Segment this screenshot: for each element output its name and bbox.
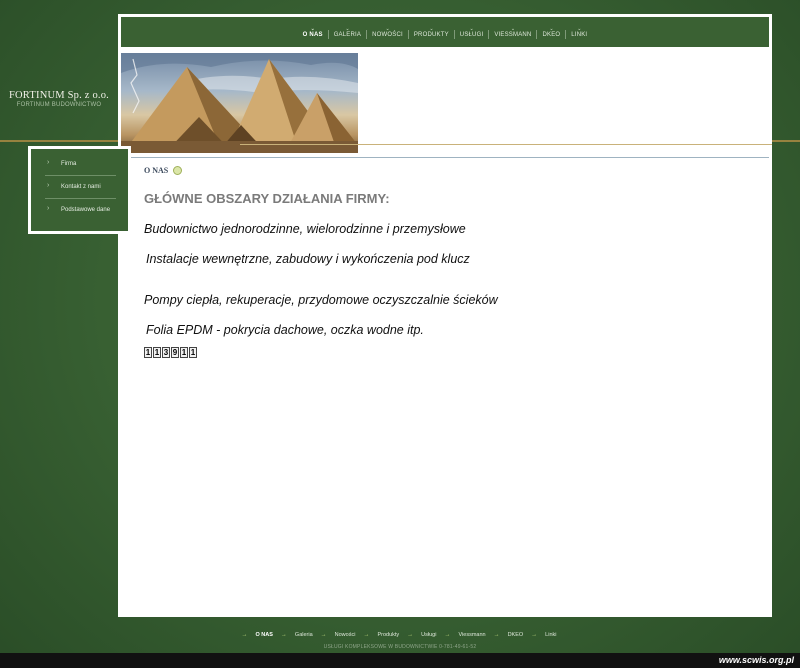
gold-decorative-line-inner: [240, 144, 772, 145]
service-line: Budownictwo jednorodzinne, wielorodzinne…: [144, 222, 466, 236]
sidebar-divider: [45, 175, 116, 176]
service-line: Folia EPDM - pokrycia dachowe, oczka wod…: [146, 323, 424, 337]
footer-tagline: USŁUGI KOMPLEKSOWE W BUDOWNICTWIE 0-781-…: [323, 644, 477, 650]
header-divider: [121, 157, 769, 158]
sidebar-divider: [45, 198, 116, 199]
chevron-down-icon: ⌄: [385, 25, 390, 32]
chevron-down-icon: ⌄: [510, 25, 516, 32]
nav-label: O NAS: [302, 31, 323, 38]
main-nav: ⌄ O NAS ⌄ GALERIA ⌄ NOWOŚCI ⌄ PRODUKTY ⌄ USŁU…: [121, 26, 769, 39]
footer-link-o-nas[interactable]: O NAS: [251, 632, 278, 638]
footer-link-uslugi[interactable]: Usługi: [416, 632, 441, 638]
footer-link-galeria[interactable]: Galeria: [290, 632, 318, 638]
main-content: O NAS GŁÓWNE OBSZARY DZIAŁANIA FIRMY: Bu…: [144, 166, 744, 358]
nav-item-linki[interactable]: ⌄ LINKI: [566, 26, 592, 38]
counter-digit: 1: [153, 347, 161, 358]
sidebar-menu: Firma Kontakt z nami Podstawowe dane: [28, 146, 131, 234]
breadcrumb-label: O NAS: [144, 166, 169, 175]
nav-item-uslugi[interactable]: ⌄ USŁUGI: [455, 26, 489, 38]
nav-item-dkeo[interactable]: ⌄ DKEO: [537, 26, 565, 38]
counter-digit: 3: [162, 347, 170, 358]
arrow-right-icon: →: [363, 632, 370, 638]
page-heading: GŁÓWNE OBSZARY DZIAŁANIA FIRMY:: [144, 191, 390, 206]
footer-link-dkeo[interactable]: DKEO: [503, 632, 529, 638]
service-line: Pompy ciepła, rekuperacje, przydomowe oc…: [144, 293, 498, 307]
pyramids-illustration: [121, 53, 358, 153]
footer-nav: → O NAS → Galeria → Nowości → Produkty →…: [0, 632, 800, 638]
chevron-down-icon: ⌄: [345, 25, 350, 32]
arrow-right-icon: →: [280, 632, 287, 638]
nav-item-viessmann[interactable]: ⌄ VIESSMANN: [489, 26, 536, 38]
nav-label: DKEO: [542, 31, 561, 38]
footer-link-viessmann[interactable]: Viessmann: [453, 632, 490, 638]
breadcrumb: O NAS: [144, 166, 744, 175]
footer-link-linki[interactable]: Linki: [540, 632, 561, 638]
chevron-down-icon: ⌄: [577, 25, 582, 32]
footer-link-nowosci[interactable]: Nowości: [330, 632, 361, 638]
nav-label: VIESSMANN: [494, 31, 532, 38]
visit-counter: 1 1 3 9 1 1: [144, 347, 744, 358]
sidebar-item-podstawowe-dane[interactable]: Podstawowe dane: [45, 205, 116, 215]
sidebar-item-kontakt[interactable]: Kontakt z nami: [45, 182, 116, 192]
nav-item-galeria[interactable]: ⌄ GALERIA: [329, 26, 366, 38]
nav-label: USŁUGI: [459, 31, 484, 38]
counter-digit: 1: [180, 347, 188, 358]
chevron-down-icon: ⌄: [429, 25, 434, 32]
watermark: www.scwis.org.pl: [718, 655, 794, 665]
brand-subtitle: FORTINUM BUDOWNICTWO: [16, 102, 102, 108]
bullet-icon: [173, 166, 183, 175]
counter-digit: 1: [189, 347, 197, 358]
arrow-right-icon: →: [241, 632, 248, 638]
arrow-right-icon: →: [493, 632, 500, 638]
brand-name: FORTINUM Sp. z o.o.: [8, 90, 109, 101]
chevron-down-icon: ⌄: [310, 25, 316, 32]
nav-label: PRODUKTY: [413, 31, 449, 38]
counter-digit: 1: [144, 347, 152, 358]
brand: FORTINUM Sp. z o.o. FORTINUM BUDOWNICTWO: [0, 90, 118, 108]
arrow-right-icon: →: [531, 632, 538, 638]
pyramids-header-image: [121, 53, 358, 153]
arrow-right-icon: →: [444, 632, 451, 638]
sidebar-item-firma[interactable]: Firma: [45, 159, 116, 169]
nav-label: NOWOŚCI: [372, 31, 403, 38]
top-navigation-bar: ⌄ O NAS ⌄ GALERIA ⌄ NOWOŚCI ⌄ PRODUKTY ⌄ USŁU…: [118, 14, 772, 50]
nav-label: GALERIA: [333, 31, 362, 38]
arrow-right-icon: →: [320, 632, 327, 638]
nav-item-o-nas[interactable]: ⌄ O NAS: [298, 26, 328, 38]
nav-item-nowosci[interactable]: ⌄ NOWOŚCI: [367, 26, 408, 38]
nav-item-produkty[interactable]: ⌄ PRODUKTY: [409, 26, 454, 38]
chevron-down-icon: ⌄: [549, 25, 554, 32]
arrow-right-icon: →: [407, 632, 414, 638]
bottom-bar: [0, 653, 800, 668]
nav-label: LINKI: [571, 31, 588, 38]
chevron-down-icon: ⌄: [469, 25, 474, 32]
footer-link-produkty[interactable]: Produkty: [372, 632, 404, 638]
service-line: Instalacje wewnętrzne, zabudowy i wykońc…: [146, 252, 470, 266]
counter-digit: 9: [171, 347, 179, 358]
